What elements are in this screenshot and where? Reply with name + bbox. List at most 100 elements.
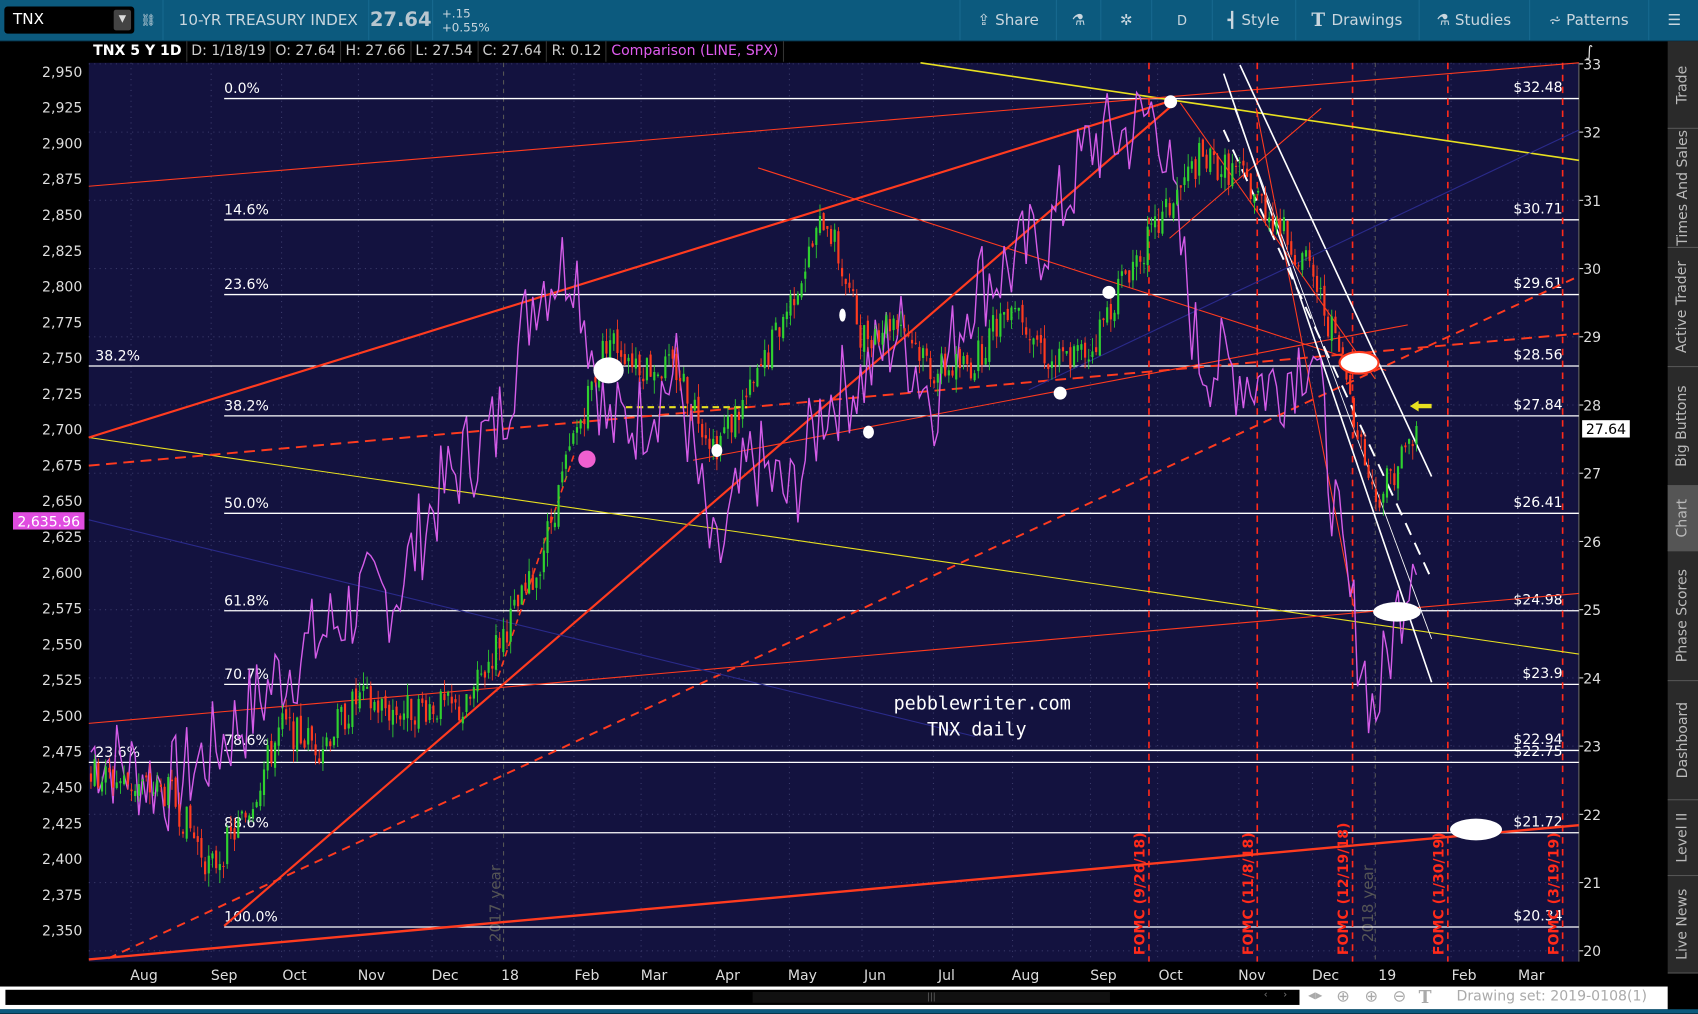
candle-body bbox=[163, 786, 166, 807]
scroll-right-icon[interactable]: › bbox=[1283, 990, 1287, 1001]
candle-body bbox=[123, 775, 126, 785]
x-axis-tick: Dec bbox=[431, 968, 458, 984]
candle-body bbox=[1319, 287, 1322, 290]
candle-body bbox=[822, 213, 825, 231]
candle-body bbox=[759, 364, 763, 367]
sidebar-tab-live-news[interactable]: Live News bbox=[1667, 875, 1698, 974]
candle-body bbox=[1131, 261, 1135, 281]
fib-level-pct: 0.0% bbox=[224, 81, 260, 97]
candle-body bbox=[417, 698, 420, 729]
candle-body bbox=[1153, 216, 1157, 228]
candle-body bbox=[413, 720, 417, 725]
expand-icon[interactable]: ◂▸ bbox=[1308, 988, 1322, 1004]
trend-line bbox=[223, 102, 1176, 927]
left-axis-tick: 2,625 bbox=[42, 530, 82, 546]
candle-body bbox=[1109, 303, 1112, 320]
trend-line bbox=[88, 519, 975, 737]
candle-body bbox=[524, 582, 527, 591]
candle-body bbox=[1087, 359, 1090, 362]
candle-body bbox=[487, 661, 490, 673]
fib-level-pct: 38.2% bbox=[95, 349, 140, 365]
candle-body bbox=[189, 805, 192, 829]
candle-body bbox=[321, 748, 325, 764]
trend-line bbox=[88, 62, 1579, 187]
left-axis-tick: 2,875 bbox=[42, 172, 82, 188]
marker-ellipse bbox=[863, 425, 874, 439]
candle-body bbox=[447, 692, 450, 696]
candle-body bbox=[395, 706, 398, 716]
fib-level-pct: 70.7% bbox=[224, 667, 269, 683]
candle-body bbox=[126, 772, 129, 785]
scrollbar-thumb[interactable]: ||| bbox=[752, 991, 1110, 1003]
candle-body bbox=[550, 516, 553, 523]
candle-body bbox=[1201, 139, 1204, 157]
trend-line bbox=[1239, 64, 1433, 477]
candle-body bbox=[745, 395, 748, 398]
candle-body bbox=[248, 815, 251, 821]
candle-body bbox=[285, 709, 288, 720]
candle-body bbox=[866, 320, 869, 340]
sidebar-tab-big-buttons[interactable]: Big Buttons bbox=[1667, 366, 1698, 487]
sidebar-tab-dashboard[interactable]: Dashboard bbox=[1667, 680, 1698, 801]
fib-level-pct: 23.6% bbox=[224, 277, 269, 293]
candle-body bbox=[362, 685, 365, 691]
sidebar-tab-times-and-sales[interactable]: Times And Sales bbox=[1667, 128, 1698, 248]
candle-body bbox=[631, 353, 634, 368]
candle-body bbox=[262, 769, 266, 796]
sidebar-tab-active-trader[interactable]: Active Trader bbox=[1667, 247, 1698, 368]
sidebar-tab-label: Chart bbox=[1674, 498, 1691, 537]
candle-body bbox=[1234, 165, 1238, 167]
candle-body bbox=[1128, 270, 1131, 283]
horizontal-scrollbar[interactable]: ||| ‹ › bbox=[5, 989, 1300, 1005]
candle-body bbox=[207, 855, 210, 874]
candle-body bbox=[704, 435, 707, 439]
sidebar-tab-phase-scores[interactable]: Phase Scores bbox=[1667, 550, 1698, 682]
candle-body bbox=[557, 485, 560, 527]
zoom-out-icon[interactable]: ⊖ bbox=[1393, 987, 1407, 1006]
text-icon[interactable]: T bbox=[1419, 987, 1432, 1008]
left-axis-tick: 2,900 bbox=[42, 136, 82, 152]
sidebar-tab-level-ii[interactable]: Level II bbox=[1667, 799, 1698, 877]
candle-body bbox=[929, 358, 932, 380]
candle-body bbox=[1227, 153, 1230, 185]
drawing-set[interactable]: Drawing set: 2019-0108(1) bbox=[1457, 989, 1647, 1005]
sidebar-tab-label: Times And Sales bbox=[1674, 129, 1691, 246]
sidebar-tab-chart[interactable]: Chart bbox=[1667, 485, 1698, 552]
candle-body bbox=[513, 599, 516, 606]
candle-body bbox=[999, 313, 1002, 337]
candle-body bbox=[1371, 481, 1374, 485]
sidebar-tab-label: Phase Scores bbox=[1674, 568, 1691, 662]
candle-body bbox=[697, 396, 700, 424]
candle-body bbox=[789, 294, 792, 316]
left-axis-tick: 2,950 bbox=[42, 65, 82, 81]
candle-body bbox=[682, 373, 685, 382]
sidebar-tab-trade[interactable]: Trade bbox=[1667, 41, 1698, 129]
x-axis-tick: Jun bbox=[863, 968, 886, 984]
candle-body bbox=[1050, 361, 1054, 368]
candle-body bbox=[1407, 439, 1411, 444]
candle-body bbox=[1286, 221, 1289, 245]
right-axis-tick: 22 bbox=[1583, 808, 1601, 824]
candle-body bbox=[454, 699, 457, 703]
candle-body bbox=[244, 812, 247, 818]
candle-body bbox=[796, 293, 799, 305]
candle-body bbox=[1212, 151, 1216, 156]
left-axis-tick: 2,425 bbox=[42, 816, 82, 832]
candle-body bbox=[723, 427, 726, 434]
trend-line bbox=[1179, 102, 1376, 380]
candle-body bbox=[480, 673, 483, 675]
candle-body bbox=[763, 349, 766, 369]
candle-body bbox=[1264, 194, 1267, 221]
candle-body bbox=[178, 804, 181, 827]
zoom-in-icon[interactable]: ⊕ bbox=[1364, 987, 1378, 1006]
crosshair-icon[interactable]: ⊕ bbox=[1336, 987, 1350, 1006]
candle-body bbox=[100, 782, 104, 792]
candle-body bbox=[1172, 203, 1175, 219]
right-axis-tick: 21 bbox=[1583, 876, 1601, 892]
candle-body bbox=[1161, 211, 1164, 234]
bottom-bar: ||| ‹ › ◂▸ ⊕ ⊕ ⊖ T Drawing set: 2019-010… bbox=[0, 986, 1668, 1010]
scroll-left-icon[interactable]: ‹ bbox=[1264, 990, 1268, 1001]
candle-body bbox=[170, 779, 174, 782]
candle-body bbox=[358, 692, 361, 709]
candle-body bbox=[660, 376, 663, 379]
